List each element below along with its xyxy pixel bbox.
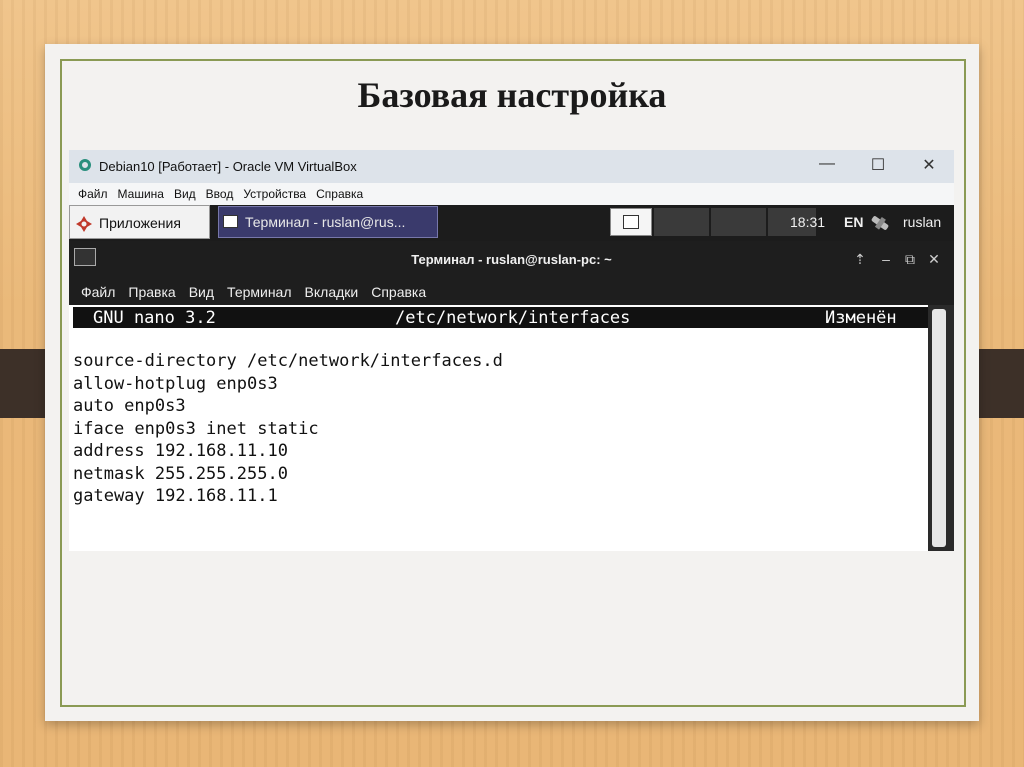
menu-view[interactable]: Вид: [174, 187, 196, 201]
nano-version: GNU nano 3.2: [93, 308, 216, 328]
nano-header: GNU nano 3.2 /etc/network/interfaces Изм…: [73, 307, 928, 328]
terminal-menu-file[interactable]: Файл: [81, 284, 115, 300]
code-line: allow-hotplug enp0s3: [73, 373, 278, 394]
virtualbox-icon: [79, 159, 91, 171]
terminal-menu-view[interactable]: Вид: [189, 284, 214, 300]
terminal-maximize-icon[interactable]: ⧉: [902, 251, 918, 268]
file-content[interactable]: source-directory /etc/network/interfaces…: [73, 350, 503, 508]
keyboard-layout[interactable]: EN: [844, 214, 863, 230]
clock[interactable]: 18:31: [790, 214, 825, 230]
terminal-content[interactable]: GNU nano 3.2 /etc/network/interfaces Изм…: [69, 305, 954, 551]
scrollbar[interactable]: [928, 305, 954, 551]
applications-icon: [76, 216, 92, 232]
scrollbar-thumb[interactable]: [932, 309, 946, 547]
xfce-panel: Приложения Терминал - ruslan@rus... 18:3…: [69, 205, 954, 241]
terminal-menubar: Файл Правка Вид Терминал Вкладки Справка: [69, 278, 954, 305]
code-line: gateway 192.168.11.1: [73, 486, 278, 506]
workspace-3[interactable]: [711, 208, 766, 236]
menu-help[interactable]: Справка: [316, 187, 363, 201]
virtualbox-window: Debian10 [Работает] - Oracle VM VirtualB…: [69, 150, 954, 551]
minimize-button[interactable]: —: [817, 155, 837, 173]
virtualbox-menubar: Файл Машина Вид Ввод Устройства Справка: [69, 183, 954, 205]
virtualbox-titlebar: Debian10 [Работает] - Oracle VM VirtualB…: [69, 150, 954, 183]
terminal-menu-tabs[interactable]: Вкладки: [305, 284, 359, 300]
terminal-menu-edit[interactable]: Правка: [128, 284, 175, 300]
code-line: netmask 255.255.255.0: [73, 463, 288, 484]
code-line: address 192.168.11.10: [73, 441, 288, 461]
terminal-minimize-icon[interactable]: –: [878, 251, 894, 267]
nano-filename: /etc/network/interfaces: [395, 308, 631, 328]
applications-label: Приложения: [99, 215, 181, 231]
code-line: auto enp0s3: [73, 396, 186, 416]
terminal-menu-help[interactable]: Справка: [371, 284, 426, 300]
taskbar-terminal-label: Терминал - ruslan@rus...: [245, 214, 406, 230]
menu-machine[interactable]: Машина: [118, 187, 164, 201]
code-line: iface enp0s3 inet static: [73, 418, 319, 439]
slide-title: Базовая настройка: [357, 75, 667, 115]
terminal-title: Терминал - ruslan@ruslan-pc: ~: [411, 252, 612, 267]
terminal-icon: [223, 215, 238, 228]
menu-devices[interactable]: Устройства: [243, 187, 306, 201]
terminal-menu-terminal[interactable]: Терминал: [227, 284, 291, 300]
stick-icon[interactable]: ⇡: [852, 251, 868, 268]
workspace-1[interactable]: [610, 208, 652, 236]
applications-button[interactable]: Приложения: [69, 205, 210, 239]
terminal-close-icon[interactable]: ✕: [926, 251, 942, 268]
user-menu[interactable]: ruslan: [903, 214, 941, 230]
window-title: Debian10 [Работает] - Oracle VM VirtualB…: [99, 159, 357, 174]
menu-file[interactable]: Файл: [78, 187, 108, 201]
taskbar-terminal-button[interactable]: Терминал - ruslan@rus...: [218, 206, 438, 238]
close-button[interactable]: ✕: [919, 155, 939, 175]
nano-status: Изменён: [825, 308, 897, 328]
terminal-titlebar: Терминал - ruslan@ruslan-pc: ~ ⇡ – ⧉ ✕: [69, 241, 954, 278]
code-line: source-directory /etc/network/interfaces…: [73, 351, 503, 371]
window-thumbnail-icon: [623, 215, 639, 229]
network-icon[interactable]: [869, 211, 891, 233]
menu-input[interactable]: Ввод: [206, 187, 234, 201]
workspace-2[interactable]: [654, 208, 709, 236]
terminal-window: Терминал - ruslan@ruslan-pc: ~ ⇡ – ⧉ ✕ Ф…: [69, 241, 954, 551]
maximize-button[interactable]: ☐: [868, 155, 888, 175]
